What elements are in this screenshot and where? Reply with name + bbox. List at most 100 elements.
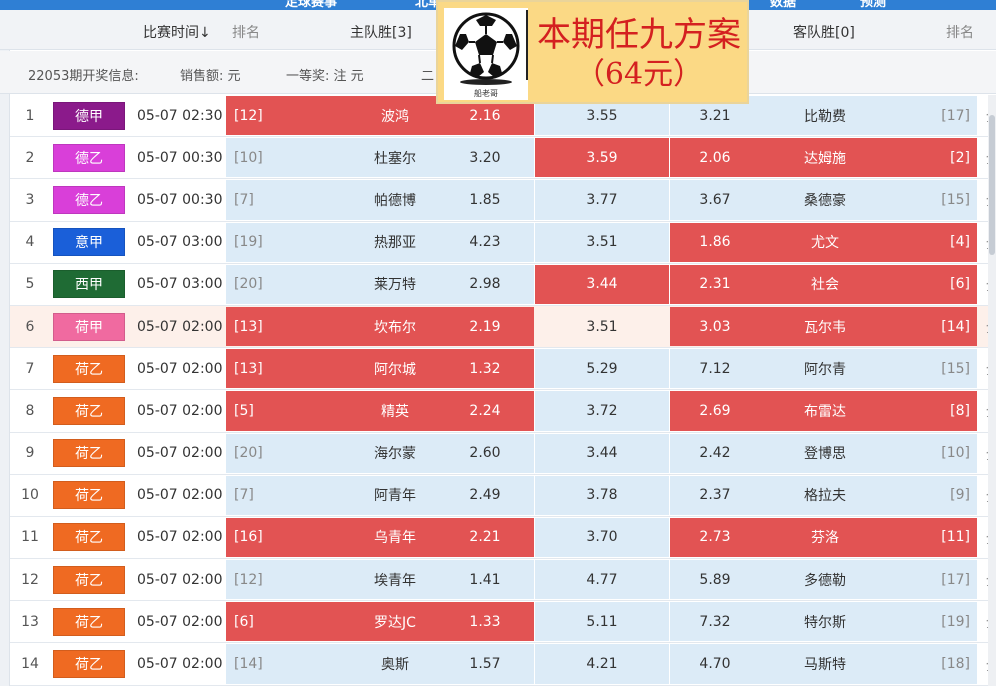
row-index: 6	[25, 318, 35, 335]
match-table: 1德甲05-07 02:30[12]波鸿2.163.553.21比勒费[17]全…	[10, 95, 996, 686]
home-odds: 1.85	[469, 191, 501, 208]
home-odds: 1.41	[469, 571, 501, 588]
away-team[interactable]: 特尔斯	[755, 601, 895, 642]
table-row[interactable]: 5西甲05-07 03:00[20]莱万特2.983.442.31社会[6]全	[10, 263, 996, 306]
match-time: 05-07 00:30	[137, 149, 223, 166]
draw-odds: 5.11	[586, 613, 618, 630]
away-odds: 2.69	[699, 402, 731, 419]
first-prize-label: 一等奖: 注 元	[286, 69, 364, 84]
table-row[interactable]: 10荷乙05-07 02:00[7]阿青年2.493.782.37格拉夫[9]全	[10, 474, 996, 517]
league-badge[interactable]: 荷乙	[53, 565, 125, 594]
home-odds: 1.57	[469, 656, 501, 673]
away-odds: 5.89	[699, 571, 731, 588]
league-badge[interactable]: 德乙	[53, 143, 125, 172]
scrollbar-thumb[interactable]	[989, 115, 995, 255]
draw-odds: 4.21	[586, 656, 618, 673]
table-row[interactable]: 9 荷乙 05-07 02:00 [20] 海尔蒙 2.60 3.44 2.42 登博思 [10]…	[10, 432, 996, 475]
home-rank: [12]	[234, 571, 263, 588]
league-cell: 德乙	[53, 179, 125, 220]
row-index: 14	[21, 656, 39, 673]
away-rank: [17]	[941, 107, 970, 124]
match-time: 05-07 02:00	[137, 656, 223, 673]
home-team[interactable]: 热那亚	[340, 222, 450, 263]
away-team[interactable]: 格拉夫	[755, 475, 895, 516]
home-rank: [16]	[234, 529, 263, 546]
home-team[interactable]: 精英	[340, 390, 450, 431]
league-badge[interactable]: 德乙	[53, 185, 125, 214]
away-team[interactable]: 布雷达	[755, 390, 895, 431]
league-cell: 德乙	[53, 137, 125, 178]
home-team[interactable]: 坎布尔	[340, 306, 450, 347]
home-team[interactable]: 罗达JC	[340, 601, 450, 642]
home-team[interactable]: 杜塞尔	[340, 137, 450, 178]
home-team[interactable]: 埃青年	[340, 559, 450, 600]
home-team[interactable]: 莱万特	[340, 264, 450, 305]
home-team[interactable]: 海尔蒙	[340, 433, 450, 474]
time-sort-header[interactable]: 比赛时间↓	[143, 22, 211, 42]
league-cell: 荷甲	[53, 306, 125, 347]
draw-odds: 4.77	[586, 571, 618, 588]
nav-item[interactable]: 预测	[860, 0, 886, 10]
away-odds: 7.32	[699, 613, 731, 630]
away-team[interactable]: 桑德豪	[755, 179, 895, 220]
table-row[interactable]: 14 荷乙 05-07 02:00 [14] 奥斯 1.57 4.21 4.70 马斯特 [18]…	[10, 643, 996, 686]
table-row[interactable]: 3德乙05-07 00:30[7]帕德博1.853.773.67桑德豪[15]全	[10, 179, 996, 222]
match-time: 05-07 02:30	[137, 107, 223, 124]
home-rank: [19]	[234, 234, 263, 251]
home-odds: 3.20	[469, 149, 501, 166]
home-team[interactable]: 奥斯	[340, 643, 450, 684]
nav-item[interactable]: 足球赛事	[285, 0, 337, 10]
league-badge[interactable]: 荷乙	[53, 396, 125, 425]
league-badge[interactable]: 西甲	[53, 270, 125, 299]
scrollbar[interactable]	[988, 95, 996, 686]
home-team[interactable]: 乌青年	[340, 517, 450, 558]
table-row[interactable]: 7 荷乙 05-07 02:00 [13] 阿尔城 1.32 5.29 7.12 阿尔青 [15]…	[10, 348, 996, 391]
home-team[interactable]: 帕德博	[340, 179, 450, 220]
away-rank: [10]	[941, 445, 970, 462]
league-badge[interactable]: 意甲	[53, 228, 125, 257]
league-badge[interactable]: 荷乙	[53, 354, 125, 383]
home-odds: 2.60	[469, 445, 501, 462]
league-badge[interactable]: 荷乙	[53, 650, 125, 679]
table-row[interactable]: 13 荷乙 05-07 02:00 [6] 罗达JC 1.33 5.11 7.32 特尔斯 [19…	[10, 601, 996, 644]
home-team[interactable]: 阿尔城	[340, 348, 450, 389]
away-team[interactable]: 马斯特	[755, 643, 895, 684]
home-odds: 2.21	[469, 529, 501, 546]
away-team[interactable]: 芬洛	[755, 517, 895, 558]
away-team[interactable]: 阿尔青	[755, 348, 895, 389]
table-row[interactable]: 6 荷甲 05-07 02:00 [13] 坎布尔 2.19 3.51 3.03 瓦尔韦 [14]…	[10, 305, 996, 349]
league-badge[interactable]: 荷甲	[53, 312, 125, 341]
away-team[interactable]: 比勒费	[755, 95, 895, 136]
away-team[interactable]: 多德勒	[755, 559, 895, 600]
row-index: 3	[25, 191, 35, 208]
league-badge[interactable]: 荷乙	[53, 523, 125, 552]
home-team[interactable]: 波鸿	[340, 95, 450, 136]
home-odds: 2.19	[469, 318, 501, 335]
league-badge[interactable]: 荷乙	[53, 481, 125, 510]
row-index: 8	[25, 402, 35, 419]
home-team[interactable]: 阿青年	[340, 475, 450, 516]
away-team[interactable]: 社会	[755, 264, 895, 305]
row-index: 4	[25, 234, 35, 251]
home-win-header: 主队胜[3]	[350, 25, 412, 41]
table-row[interactable]: 11 荷乙 05-07 02:00 [16] 乌青年 2.21 3.70 2.73 芬洛 [11]…	[10, 516, 996, 560]
table-row[interactable]: 2德乙05-07 00:30[10]杜塞尔3.203.592.06达姆施[2]全	[10, 137, 996, 180]
away-team[interactable]: 瓦尔韦	[755, 306, 895, 347]
away-rank: [15]	[941, 191, 970, 208]
away-team[interactable]: 登博思	[755, 433, 895, 474]
home-odds: 1.32	[469, 360, 501, 377]
league-badge[interactable]: 荷乙	[53, 607, 125, 636]
away-team[interactable]: 尤文	[755, 222, 895, 263]
table-row[interactable]: 8荷乙05-07 02:00[5]精英2.243.722.69布雷达[8]全	[10, 390, 996, 433]
away-odds: 2.73	[699, 529, 731, 546]
nav-item[interactable]: 数据	[770, 0, 796, 10]
table-row[interactable]: 4意甲05-07 03:00[19]热那亚4.233.511.86尤文[4]全	[10, 221, 996, 264]
away-team[interactable]: 达姆施	[755, 137, 895, 178]
row-index: 12	[21, 571, 39, 588]
table-row[interactable]: 12 荷乙 05-07 02:00 [12] 埃青年 1.41 4.77 5.89 多德勒 [17…	[10, 559, 996, 602]
draw-odds: 3.70	[586, 529, 618, 546]
league-badge[interactable]: 荷乙	[53, 439, 125, 468]
away-rank: [2]	[950, 149, 970, 166]
away-odds: 3.03	[699, 318, 731, 335]
league-badge[interactable]: 德甲	[53, 101, 125, 130]
